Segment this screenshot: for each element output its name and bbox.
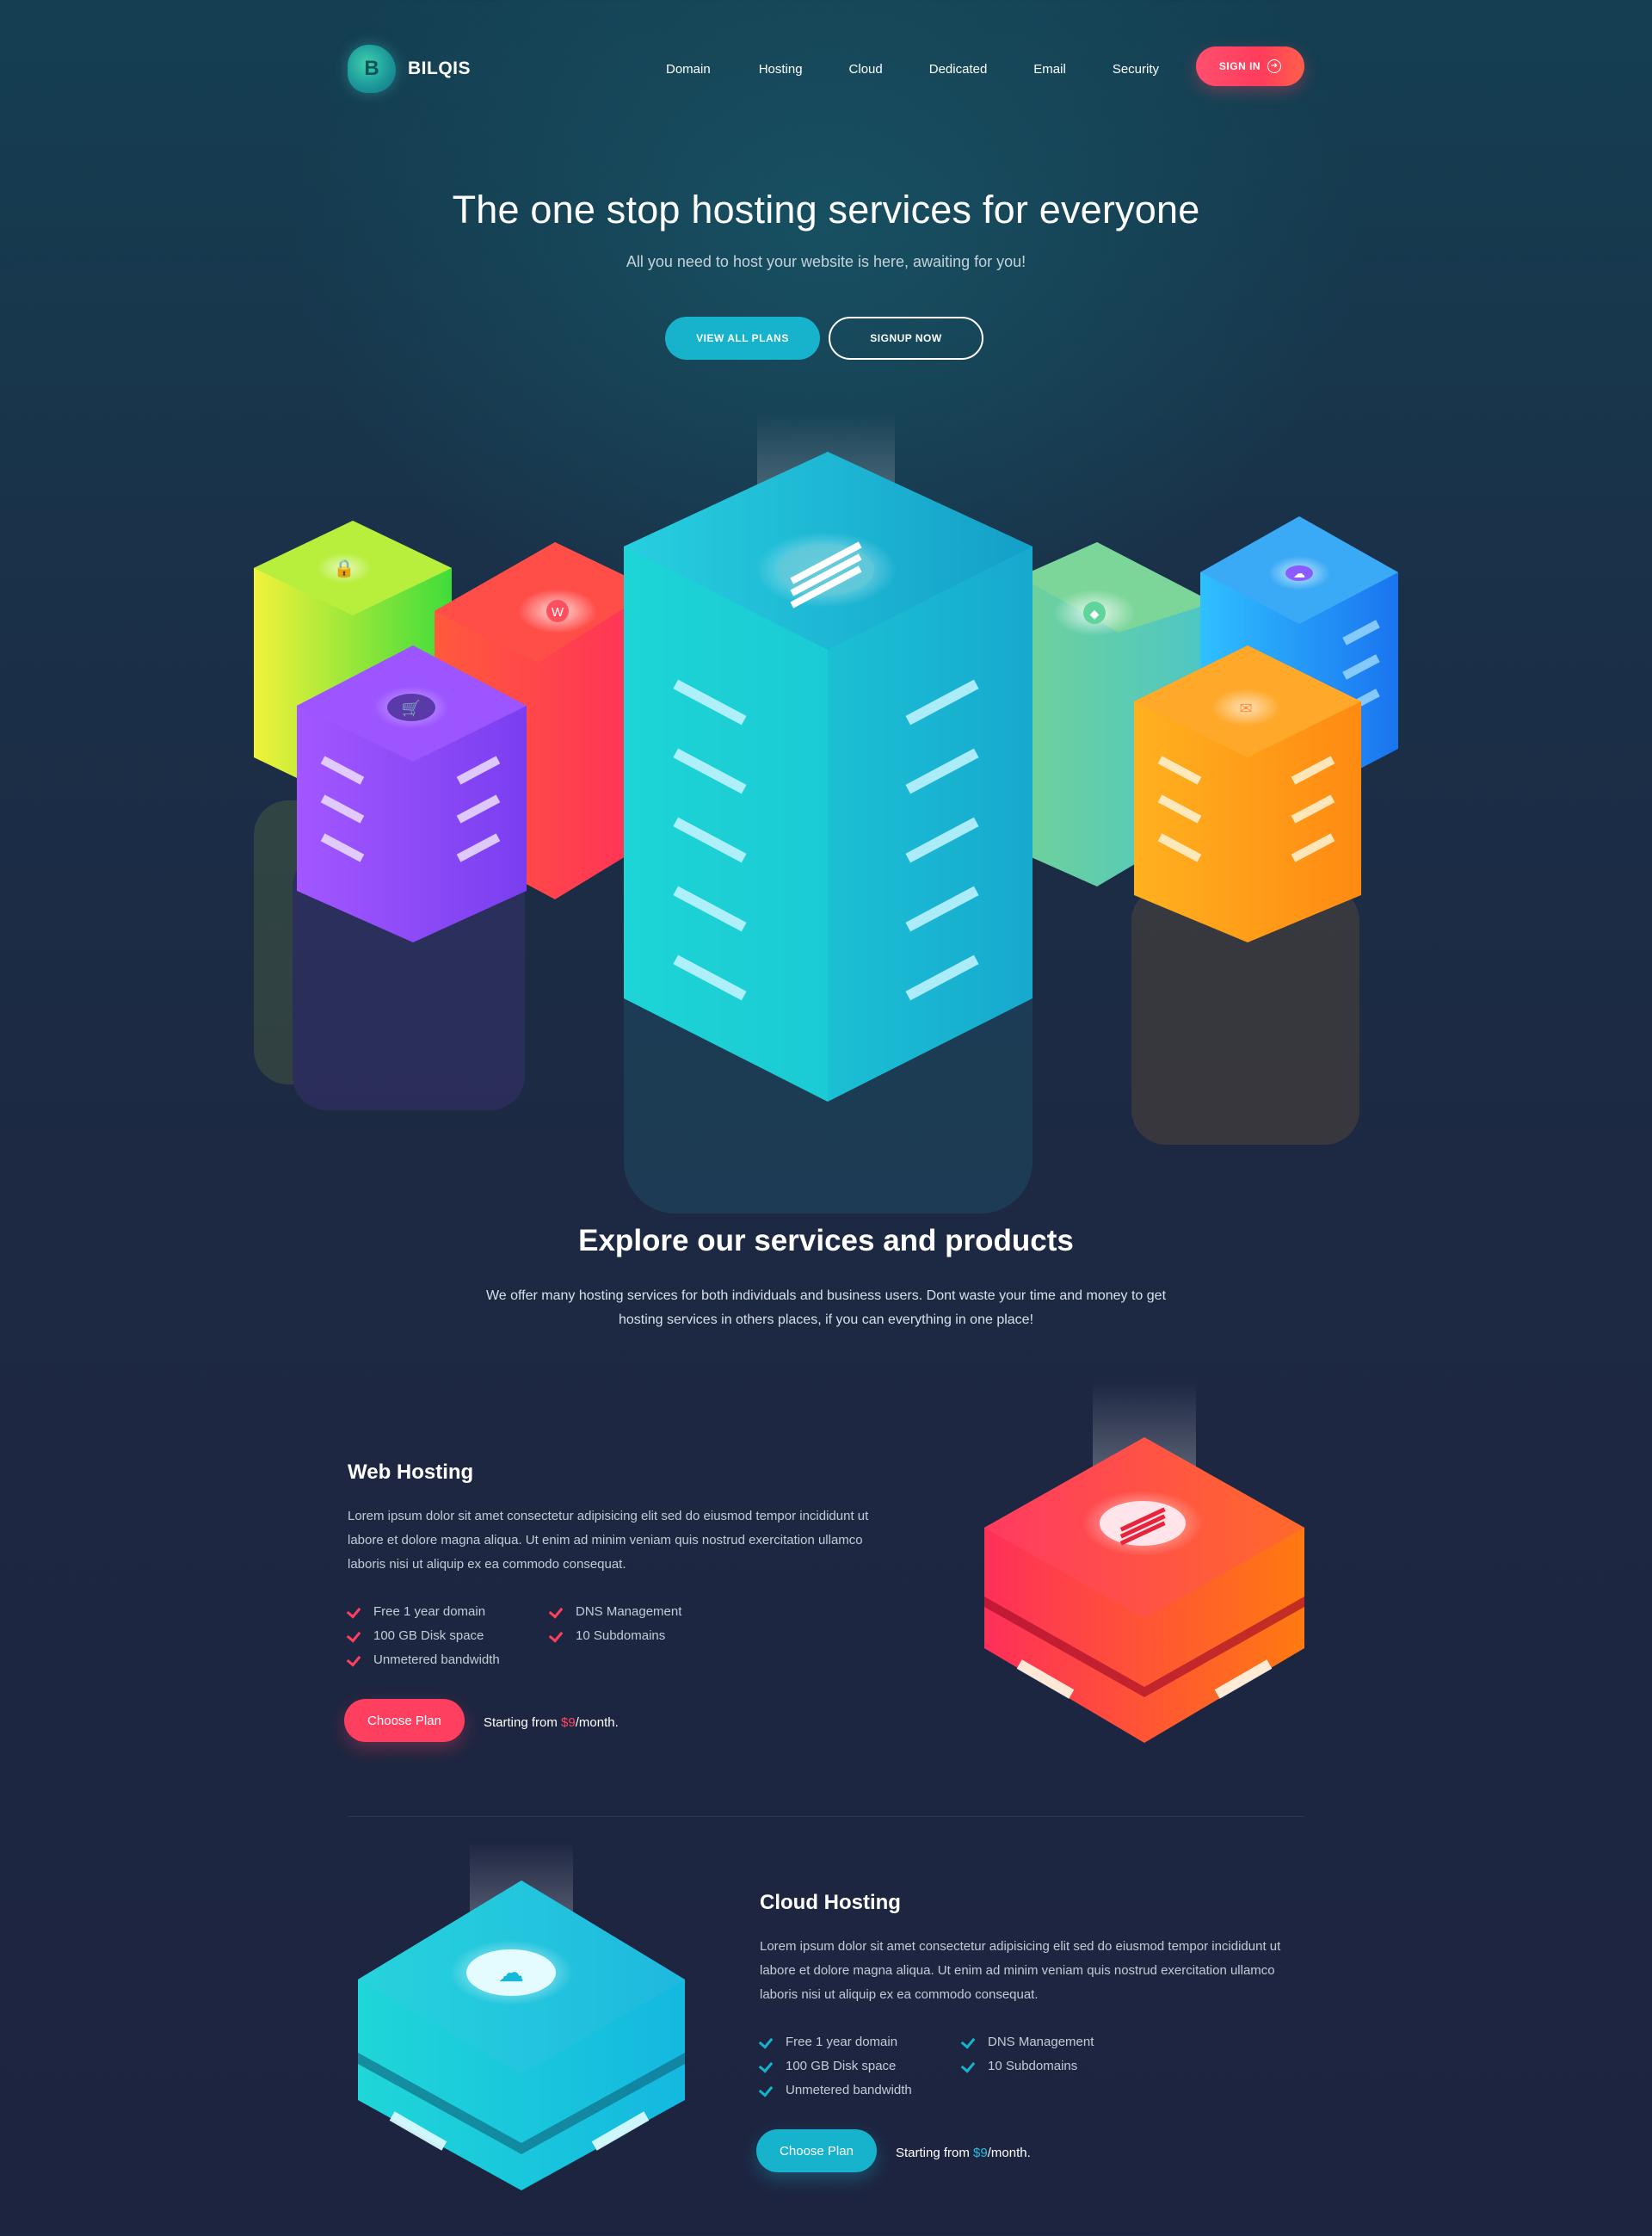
nav-item-domain[interactable]: Domain <box>666 62 711 77</box>
feature-item: Free 1 year domain <box>348 1603 550 1620</box>
brand-name: BILQIS <box>408 59 472 78</box>
feature-item: 100 GB Disk space <box>760 2057 962 2074</box>
feature-item: 100 GB Disk space <box>348 1627 550 1644</box>
top-navigation: B BILQIS Domain Hosting Cloud Dedicated … <box>348 43 1304 95</box>
check-icon <box>962 2035 977 2048</box>
feature-item: DNS Management <box>550 1603 752 1620</box>
explore-title: Explore our services and products <box>578 1224 1074 1257</box>
cloud-hosting-server-illustration: ☁ <box>358 1842 685 2190</box>
feature-item: Unmetered bandwidth <box>760 2081 962 2098</box>
web-hosting-price: Starting from $9/month. <box>484 1714 619 1730</box>
hero-server-illustration: 🔒 W ◆ ☁ 🛒 ✉ <box>254 413 1398 1214</box>
web-hosting-choose-plan-button[interactable]: Choose Plan <box>344 1699 465 1742</box>
cloud-icon: ☁ <box>1293 566 1305 580</box>
shield-icon: ◆ <box>1090 607 1100 621</box>
web-hosting-description: Lorem ipsum dolor sit amet consectetur a… <box>348 1509 869 1572</box>
view-all-plans-button[interactable]: VIEW ALL PLANS <box>665 317 820 360</box>
sign-in-button[interactable]: SIGN IN ➜ <box>1196 46 1304 86</box>
basket-icon: 🛒 <box>402 699 421 717</box>
logo[interactable]: B BILQIS <box>348 43 471 95</box>
cloud-hosting-price: Starting from $9/month. <box>896 2145 1031 2160</box>
feature-item: 10 Subdomains <box>962 2057 1164 2074</box>
check-icon <box>348 1605 363 1617</box>
nav-item-email[interactable]: Email <box>1033 62 1066 77</box>
web-hosting-features: Free 1 year domain DNS Management 100 GB… <box>348 1603 752 1668</box>
check-icon <box>550 1605 565 1617</box>
lock-icon: 🔒 <box>334 559 355 578</box>
web-hosting-server-illustration <box>984 1381 1304 1743</box>
check-icon <box>760 2035 775 2048</box>
check-icon <box>760 2060 775 2072</box>
feature-item: Free 1 year domain <box>760 2033 962 2050</box>
feature-item: 10 Subdomains <box>550 1627 752 1644</box>
hero-title: The one stop hosting services for everyo… <box>452 188 1200 232</box>
email-icon: ✉ <box>1239 700 1252 717</box>
cloud-hosting-choose-plan-button[interactable]: Choose Plan <box>756 2129 877 2172</box>
section-divider <box>348 1816 1304 1817</box>
page: B BILQIS Domain Hosting Cloud Dedicated … <box>0 0 1652 2236</box>
check-icon <box>760 2084 775 2096</box>
arrow-right-circle-icon: ➜ <box>1267 59 1282 73</box>
sign-in-label: SIGN IN <box>1218 60 1261 72</box>
hero-subtitle: All you need to host your website is her… <box>626 253 1026 270</box>
cloud-icon: ☁ <box>498 1959 524 1987</box>
nav-item-hosting[interactable]: Hosting <box>759 62 803 77</box>
cloud-hosting-description: Lorem ipsum dolor sit amet consectetur a… <box>760 1939 1281 2002</box>
nav-item-dedicated[interactable]: Dedicated <box>929 62 988 77</box>
cloud-hosting-title: Cloud Hosting <box>760 1891 901 1914</box>
cloud-hosting-features: Free 1 year domain DNS Management 100 GB… <box>760 2033 1164 2098</box>
check-icon <box>348 1629 363 1641</box>
nav-item-cloud[interactable]: Cloud <box>849 62 883 77</box>
feature-item: Unmetered bandwidth <box>348 1651 550 1668</box>
wordpress-icon: W <box>552 605 564 620</box>
nav-item-security[interactable]: Security <box>1113 62 1159 77</box>
signup-now-button[interactable]: SIGNUP NOW <box>829 317 983 360</box>
check-icon <box>962 2060 977 2072</box>
web-hosting-title: Web Hosting <box>348 1461 474 1484</box>
server-stack-purple: 🛒 <box>297 645 527 942</box>
hero-buttons: VIEW ALL PLANS SIGNUP NOW <box>665 317 983 360</box>
feature-item: DNS Management <box>962 2033 1164 2050</box>
logo-mark-icon: B <box>348 45 396 93</box>
server-stack-orange: ✉ <box>1134 645 1361 942</box>
check-icon <box>550 1629 565 1641</box>
main-menu: Domain Hosting Cloud Dedicated Email Sec… <box>666 43 1205 95</box>
explore-description: We offer many hosting services for both … <box>485 1288 1167 1327</box>
check-icon <box>348 1653 363 1665</box>
server-tower-cyan <box>624 413 1032 1102</box>
